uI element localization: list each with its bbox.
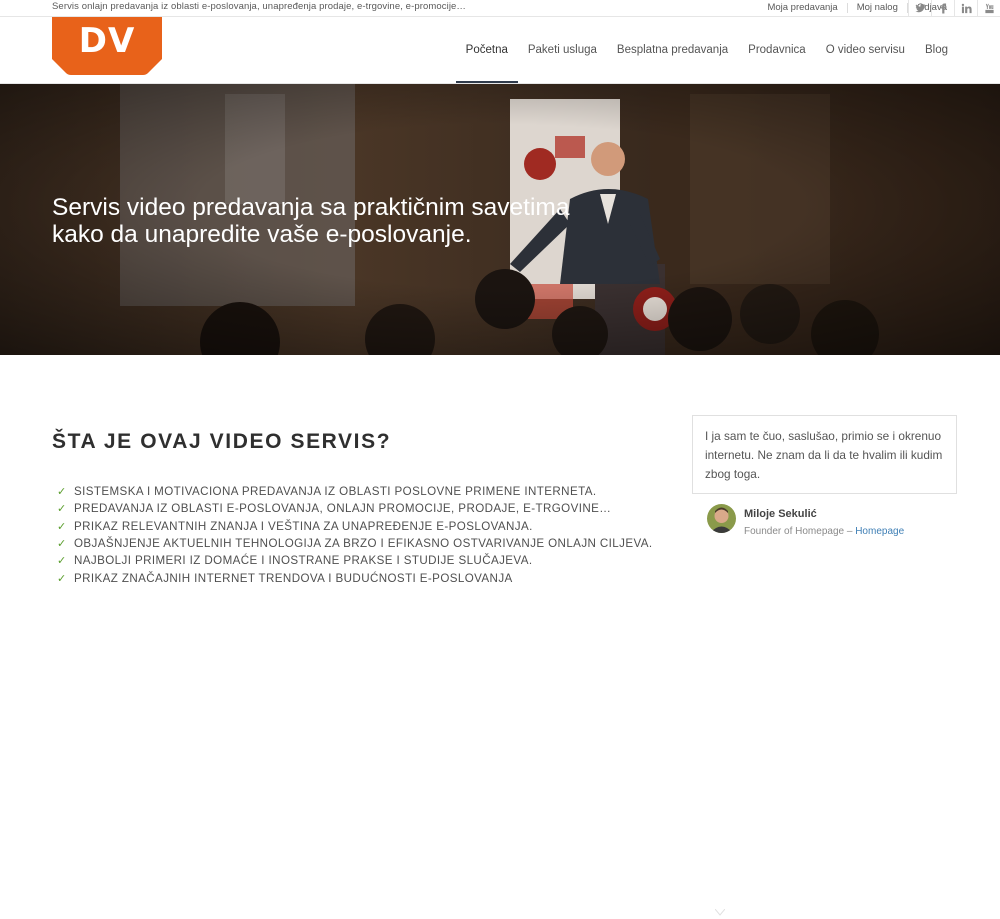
list-item: ✓ NAJBOLJI PRIMERI IZ DOMAĆE I INOSTRANE … (57, 552, 653, 569)
list-item-text: PREDAVANJA IZ OBLASTI E-POSLOVANJA, ONLA… (74, 502, 612, 516)
checkmark-icon: ✓ (57, 485, 67, 499)
testimonial-quote-box: I ja sam te čuo, saslušao, primio se i o… (692, 415, 957, 916)
list-item-text: SISTEMSKA I MOTIVACIONA PREDAVANJA IZ OB… (74, 485, 597, 499)
site-header: DV Početna Paketi usluga Besplatna preda… (0, 17, 1000, 84)
list-item-text: OBJAŠNJENJE AKTUELNIH TEHNOLOGIJA ZA BRZ… (74, 537, 653, 551)
testimonial-author-role: Founder of Homepage – Homepage (744, 526, 904, 537)
avatar (707, 504, 736, 533)
my-account-link[interactable]: Moj nalog (846, 3, 907, 13)
list-item: ✓ PRIKAZ RELEVANTNIH ZNANJA I VEŠTINA ZA … (57, 518, 653, 535)
nav-blog[interactable]: Blog (915, 17, 958, 83)
hero-banner: Servis video predavanja sa praktičnim sa… (0, 84, 1000, 355)
hero-title-line-1: Servis video predavanja sa praktičnim sa… (52, 194, 570, 221)
nav-packages[interactable]: Paketi usluga (518, 17, 607, 83)
list-item: ✓ SISTEMSKA I MOTIVACIONA PREDAVANJA IZ O… (57, 483, 653, 500)
site-tagline: Servis onlajn predavanja iz oblasti e-po… (52, 1, 467, 12)
twitter-icon[interactable] (908, 0, 931, 17)
list-item-text: PRIKAZ ZNAČAJNIH INTERNET TRENDOVA I BUD… (74, 571, 513, 585)
checkmark-icon: ✓ (57, 571, 67, 585)
top-bar: Servis onlajn predavanja iz oblasti e-po… (0, 0, 1000, 17)
site-logo[interactable]: DV (52, 17, 162, 75)
testimonial-author: Miloje Sekulić (744, 508, 817, 520)
youtube-icon[interactable] (977, 0, 1000, 17)
checkmark-icon: ✓ (57, 537, 67, 551)
logo-text: DV (78, 21, 136, 61)
checkmark-icon: ✓ (57, 519, 67, 533)
quote-pointer (715, 909, 725, 916)
checkmark-icon: ✓ (57, 502, 67, 516)
nav-home[interactable]: Početna (455, 17, 518, 83)
nav-free-lectures[interactable]: Besplatna predavanja (607, 17, 738, 83)
list-item: ✓ PRIKAZ ZNAČAJNIH INTERNET TRENDOVA I BU… (57, 569, 653, 586)
list-item-text: PRIKAZ RELEVANTNIH ZNANJA I VEŠTINA ZA U… (74, 519, 533, 533)
social-links (908, 0, 1000, 17)
nav-shop[interactable]: Prodavnica (738, 17, 816, 83)
section-title: ŠTA JE OVAJ VIDEO SERVIS? (52, 430, 392, 453)
list-item-text: NAJBOLJI PRIMERI IZ DOMAĆE I INOSTRANE P… (74, 554, 533, 568)
nav-about[interactable]: O video servisu (816, 17, 915, 83)
list-item: ✓ OBJAŠNJENJE AKTUELNIH TEHNOLOGIJA ZA BR… (57, 535, 653, 552)
author-company-link[interactable]: Homepage (855, 526, 904, 537)
main-nav: Početna Paketi usluga Besplatna predavan… (455, 17, 958, 83)
hero-title-line-2: kako da unapredite vaše e-poslovanje. (52, 221, 472, 248)
hero-title: Servis video predavanja sa praktičnim sa… (52, 194, 612, 248)
feature-list: ✓ SISTEMSKA I MOTIVACIONA PREDAVANJA IZ O… (57, 483, 653, 587)
my-lectures-link[interactable]: Moja predavanja (758, 3, 846, 13)
author-role-separator: – (844, 526, 856, 537)
linkedin-icon[interactable] (954, 0, 977, 17)
facebook-icon[interactable] (931, 0, 954, 17)
author-role-text: Founder of Homepage (744, 526, 845, 537)
list-item: ✓ PREDAVANJA IZ OBLASTI E-POSLOVANJA, ONL… (57, 500, 653, 517)
checkmark-icon: ✓ (57, 554, 67, 568)
testimonial-quote: I ja sam te čuo, saslušao, primio se i o… (705, 429, 943, 481)
